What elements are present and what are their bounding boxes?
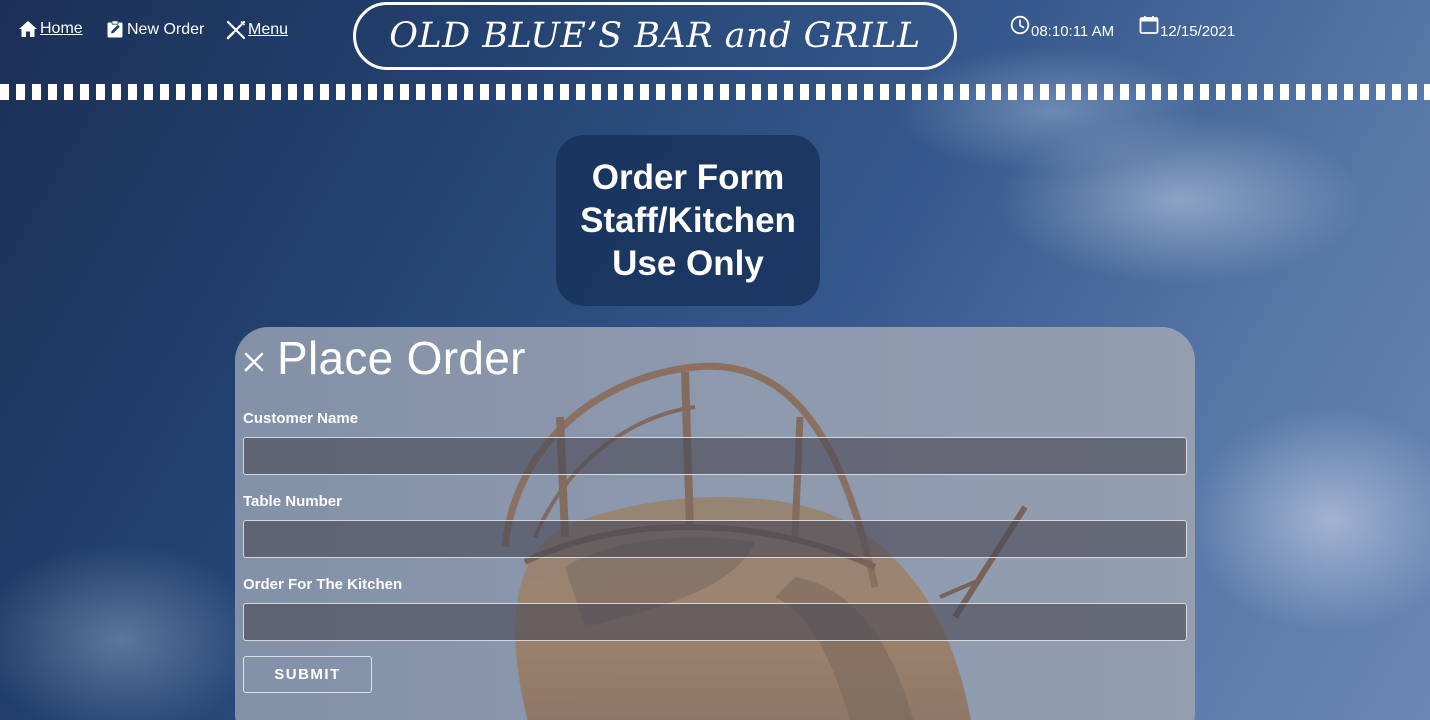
kitchen-order-label: Order For The Kitchen: [243, 576, 403, 593]
nav-new-order-label: New Order: [127, 20, 205, 38]
edit-note-icon: [107, 20, 123, 38]
utensils-icon: [226, 20, 246, 40]
place-order-title: Place Order: [277, 332, 526, 384]
page-title: Order Form Staff/Kitchen Use Only: [556, 135, 820, 306]
calendar-icon: [1139, 16, 1159, 34]
page-title-line-1: Order Form: [591, 158, 785, 197]
current-time: 08:10:11 AM: [1031, 23, 1115, 40]
nav-menu-link[interactable]: Menu: [226, 20, 288, 40]
customer-name-input[interactable]: [243, 437, 1187, 475]
header-stripe-divider: [0, 84, 1430, 100]
home-icon: [19, 21, 37, 37]
page-title-line-2: Staff/Kitchen: [580, 201, 796, 240]
nav-menu-label: Menu: [248, 21, 289, 38]
customer-name-label: Customer Name: [243, 410, 359, 427]
clock-icon: [1010, 15, 1030, 35]
table-number-input[interactable]: [243, 520, 1187, 558]
place-order-heading: Place Order: [243, 331, 526, 385]
top-navigation: Home New Order Menu OLD BLUE’S BAR and G…: [0, 0, 1430, 84]
kitchen-order-input[interactable]: [243, 603, 1187, 641]
place-order-panel: Place Order Customer Name Table Number O…: [235, 327, 1195, 720]
date-display: 12/15/2021: [1139, 16, 1236, 40]
brand-title: OLD BLUE’S BAR and GRILL: [353, 2, 957, 70]
nav-new-order-link[interactable]: New Order: [106, 20, 204, 39]
order-form: Place Order Customer Name Table Number O…: [235, 327, 1195, 720]
submit-button[interactable]: SUBMIT: [243, 656, 372, 693]
utensils-icon: [244, 352, 264, 372]
current-date: 12/15/2021: [1160, 23, 1236, 40]
page-title-line-3: Use Only: [612, 244, 764, 283]
nav-home-link[interactable]: Home: [18, 20, 83, 38]
clock-display: 08:10:11 AM: [1010, 15, 1115, 40]
table-number-label: Table Number: [243, 493, 342, 510]
nav-home-label: Home: [40, 20, 83, 37]
